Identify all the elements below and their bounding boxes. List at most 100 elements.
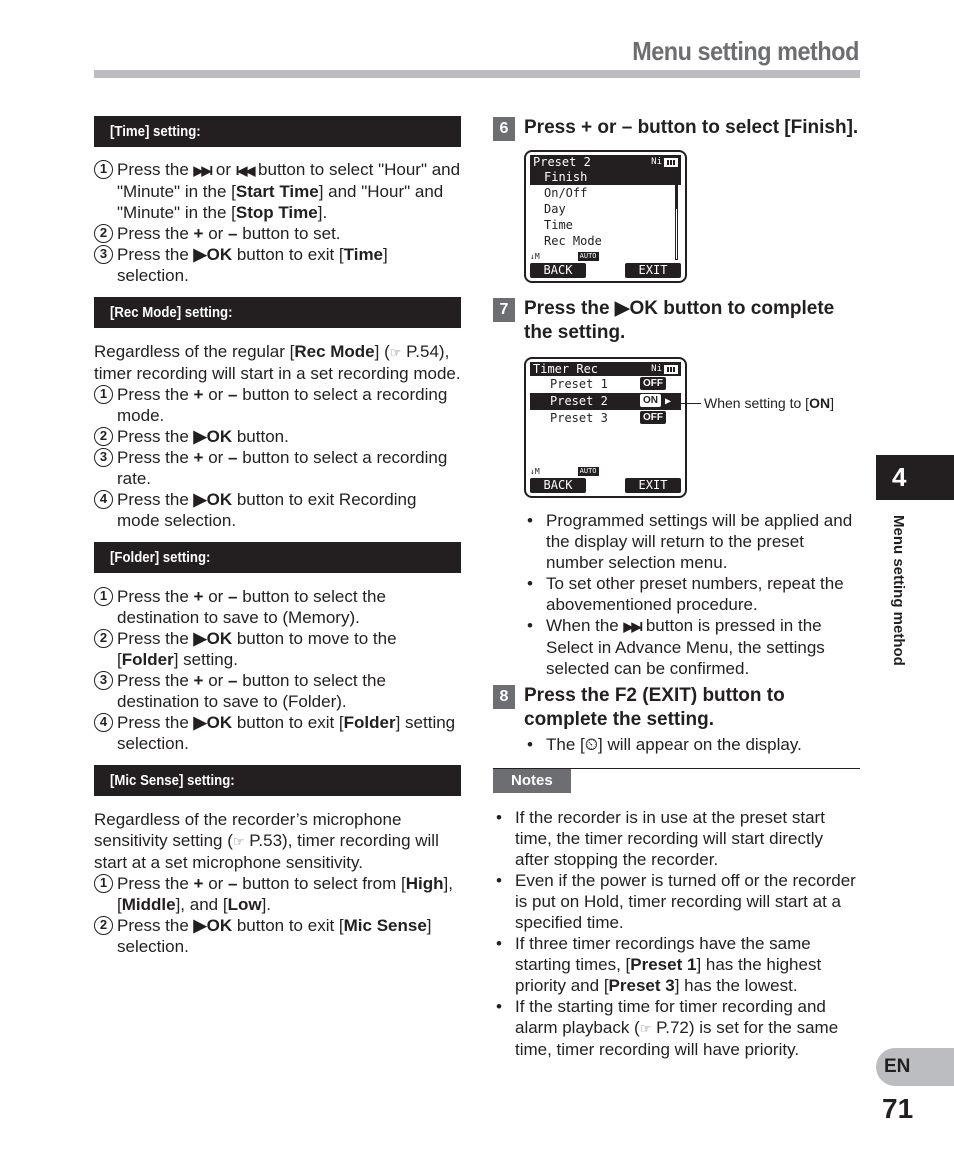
- page-number: 71: [882, 1093, 914, 1124]
- step-number: 3: [94, 448, 113, 467]
- battery-icon: Ni: [651, 362, 678, 376]
- step-8: 8 Press the F2 (EXIT) button to complete…: [493, 684, 860, 732]
- step-number: 1: [94, 874, 113, 893]
- list-item: • To set other preset numbers, repeat the…: [527, 574, 844, 614]
- list-item: • When the ▶▶I button is pressed in the S…: [527, 616, 825, 678]
- lcd-preset-row: Preset 2 ON ▶: [530, 393, 681, 410]
- list-item: • Programmed settings will be applied and…: [527, 511, 853, 572]
- page-reference-icon: ☞: [639, 1021, 652, 1036]
- chapter-tab: 4: [876, 455, 954, 500]
- lcd-preset-menu: Preset 2 Ni Finish On/Off Day Time Rec M…: [524, 150, 687, 283]
- plus-icon: +: [581, 117, 593, 138]
- callout-line: [681, 403, 701, 404]
- section-heading-folder: [Folder] setting:: [94, 542, 461, 573]
- rec-mode-step-2: 2 Press the ▶OK button.: [94, 426, 461, 447]
- list-item: • The [⏲] will appear on the display.: [527, 735, 802, 754]
- step-number: 2: [94, 916, 113, 935]
- step-number: 1: [94, 385, 113, 404]
- lcd-menu-item: On/Off: [544, 186, 588, 200]
- step-number: 3: [94, 671, 113, 690]
- lcd-menu-item: Day: [544, 202, 566, 216]
- step-7-text: Press the ▶OK button to complete the set…: [524, 298, 835, 343]
- right-column: 6 Press + or – button to select [Finish]…: [493, 116, 860, 1060]
- mic-sense-intro: Regardless of the recorder’s microphone …: [94, 810, 439, 872]
- lcd-scrollbar: [675, 176, 678, 260]
- note-item: • If the starting time for timer recordin…: [496, 997, 839, 1059]
- step-8-bullets: • The [⏲] will appear on the display.: [493, 734, 860, 755]
- minus-icon: –: [228, 874, 238, 893]
- step-number: 2: [94, 427, 113, 446]
- lcd-timer-rec: Timer Rec Ni Preset 1 OFF Preset 2 ON ▶ Pre…: [524, 357, 687, 498]
- step-7: 7 Press the ▶OK button to complete the s…: [493, 297, 860, 345]
- plus-icon: +: [193, 874, 204, 893]
- step-number: 1: [94, 587, 113, 606]
- note-item: • Even if the power is turned off or the …: [496, 871, 856, 932]
- page-reference-icon: ☞: [389, 345, 402, 360]
- ok-button-icon: ▶OK: [193, 713, 233, 732]
- lcd-back-button: BACK: [530, 478, 586, 493]
- minus-icon: –: [228, 587, 238, 606]
- section-heading-rec-mode: [Rec Mode] setting:: [94, 297, 461, 328]
- ok-button-icon: ▶OK: [193, 245, 233, 264]
- off-badge: OFF: [640, 411, 666, 424]
- lcd-menu-item: Time: [544, 218, 573, 232]
- folder-step-1: 1 Press the + or – button to select the …: [94, 586, 461, 628]
- step-number: 1: [94, 160, 113, 179]
- step-6-text: Press + or – button to select [Finish].: [524, 117, 859, 138]
- page-reference-icon: ☞: [232, 834, 245, 849]
- note-item: • If three timer recordings have the same…: [496, 934, 822, 995]
- rec-mode-step-1: 1 Press the + or – button to select a re…: [94, 384, 461, 426]
- rec-mode-step-3: 3 Press the + or – button to select a re…: [94, 447, 461, 489]
- folder-step-4: 4 Press the ▶OK button to exit [Folder] …: [94, 712, 461, 754]
- step-8-text: Press the F2 (EXIT) button to complete t…: [524, 685, 785, 730]
- ok-button-icon: ▶OK: [193, 629, 233, 648]
- step-number: 3: [94, 245, 113, 264]
- lcd-preset-row: Preset 3 OFF: [530, 410, 681, 427]
- lcd-menu-item: Finish: [530, 169, 681, 185]
- time-step-1: 1 Press the ▶▶I or I◀◀ button to select …: [94, 159, 461, 223]
- folder-step-3: 3 Press the + or – button to select the …: [94, 670, 461, 712]
- folder-step-2: 2 Press the ▶OK button to move to the [F…: [94, 628, 461, 670]
- step-number-badge: 7: [493, 298, 515, 322]
- timer-icon: ⏲: [584, 735, 599, 754]
- step-number: 4: [94, 490, 113, 509]
- chapter-side-label: Menu setting method: [890, 515, 907, 666]
- skip-forward-icon: ▶▶I: [193, 163, 214, 178]
- minus-icon: –: [228, 671, 238, 690]
- ok-button-icon: ▶OK: [614, 298, 658, 319]
- title-rule: [94, 70, 860, 78]
- rec-mode-intro: Regardless of the regular [Rec Mode] (☞ …: [94, 342, 461, 383]
- callout-text: When setting to [ON]: [704, 395, 834, 411]
- section-heading-time: [Time] setting:: [94, 116, 461, 147]
- step-6: 6 Press + or – button to select [Finish]…: [493, 116, 860, 141]
- lcd-exit-button: EXIT: [625, 478, 681, 493]
- lcd-menu-item: Rec Mode: [544, 234, 602, 248]
- mic-sense-step-2: 2 Press the ▶OK button to exit [Mic Sens…: [94, 915, 461, 957]
- step-7-bullets: • Programmed settings will be applied and…: [493, 510, 860, 679]
- section-heading-mic-sense: [Mic Sense] setting:: [94, 765, 461, 796]
- plus-icon: +: [193, 671, 204, 690]
- language-tab: EN: [876, 1048, 954, 1086]
- auto-badge: AUTO: [577, 251, 599, 261]
- lcd-back-button: BACK: [530, 263, 586, 278]
- minus-icon: –: [228, 448, 238, 467]
- lcd-preset-row: Preset 1 OFF: [530, 376, 681, 393]
- plus-icon: +: [193, 448, 204, 467]
- plus-icon: +: [193, 224, 204, 243]
- note-item: • If the recorder is in use at the preset…: [496, 808, 825, 869]
- left-column: [Time] setting: 1 Press the ▶▶I or I◀◀ b…: [94, 116, 461, 957]
- plus-icon: +: [193, 385, 204, 404]
- notes-label: Notes: [493, 769, 571, 793]
- on-badge: ON: [640, 394, 661, 407]
- step-number: 2: [94, 224, 113, 243]
- notes-list: • If the recorder is in use at the preset…: [493, 807, 860, 1060]
- arrow-right-icon: ▶: [665, 396, 672, 407]
- lcd-header: Preset 2 Ni: [530, 155, 681, 169]
- step-number-badge: 8: [493, 685, 515, 709]
- step-number-badge: 6: [493, 117, 515, 141]
- step-number: 4: [94, 713, 113, 732]
- mic-icon: ↓M: [530, 466, 540, 476]
- minus-icon: –: [228, 224, 238, 243]
- plus-icon: +: [193, 587, 204, 606]
- battery-icon: Ni: [651, 155, 678, 169]
